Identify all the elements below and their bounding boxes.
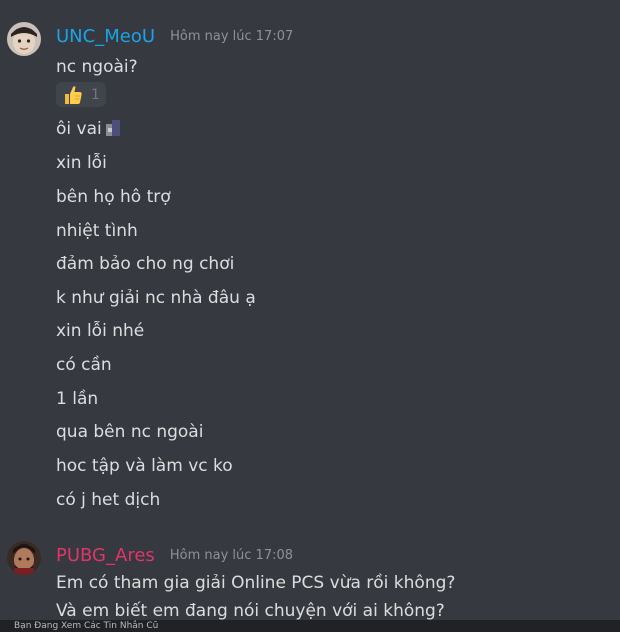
message-header: UNC_MeoU Hôm nay lúc 17:07 <box>56 26 293 47</box>
chat-window: UNC_MeoU Hôm nay lúc 17:07 nc ngoài? 1 ô… <box>0 0 620 632</box>
older-messages-text: Bạn Đang Xem Các Tin Nhắn Cũ <box>14 621 159 631</box>
username[interactable]: UNC_MeoU <box>56 26 155 47</box>
message-line: 1 lần <box>56 389 99 409</box>
avatar-pubg-ares[interactable] <box>7 541 41 575</box>
message-line: có cần <box>56 355 112 375</box>
message-line: Em có tham gia giải Online PCS vừa rồi k… <box>56 573 456 593</box>
reaction-thumbs-up[interactable]: 1 <box>56 82 106 107</box>
message-line: đảm bảo cho ng chơi <box>56 254 235 274</box>
avatar-icon <box>7 541 41 575</box>
timestamp: Hôm nay lúc 17:08 <box>169 548 294 563</box>
older-messages-bar[interactable]: Bạn Đang Xem Các Tin Nhắn Cũ <box>0 620 620 632</box>
custom-emoji-icon <box>105 120 120 136</box>
username[interactable]: PUBG_Ares <box>56 545 155 566</box>
message-line: k như giải nc nhà đâu ạ <box>56 288 256 308</box>
message-line: qua bên nc ngoài <box>56 422 204 442</box>
reaction-count: 1 <box>91 86 100 103</box>
message-line: nhiệt tình <box>56 221 138 241</box>
avatar-icon <box>7 22 41 56</box>
message-line: hoc tập và làm vc ko <box>56 456 233 476</box>
message-line: nc ngoài? <box>56 57 138 77</box>
message-line-text: ôi vai <box>56 119 102 139</box>
message-line: có j het dịch <box>56 490 161 510</box>
message-line: xin lỗi <box>56 153 107 173</box>
message-line: ôi vai <box>56 119 124 139</box>
message-line: bên họ hô trợ <box>56 187 171 207</box>
timestamp: Hôm nay lúc 17:07 <box>170 29 294 44</box>
message-line: Và em biết em đang nói chuyện với ai khô… <box>56 601 445 621</box>
message-line: xin lỗi nhé <box>56 321 145 341</box>
message-header: PUBG_Ares Hôm nay lúc 17:08 <box>56 545 293 566</box>
avatar-unc-meou[interactable] <box>7 22 41 56</box>
thumbs-up-icon <box>65 85 82 104</box>
